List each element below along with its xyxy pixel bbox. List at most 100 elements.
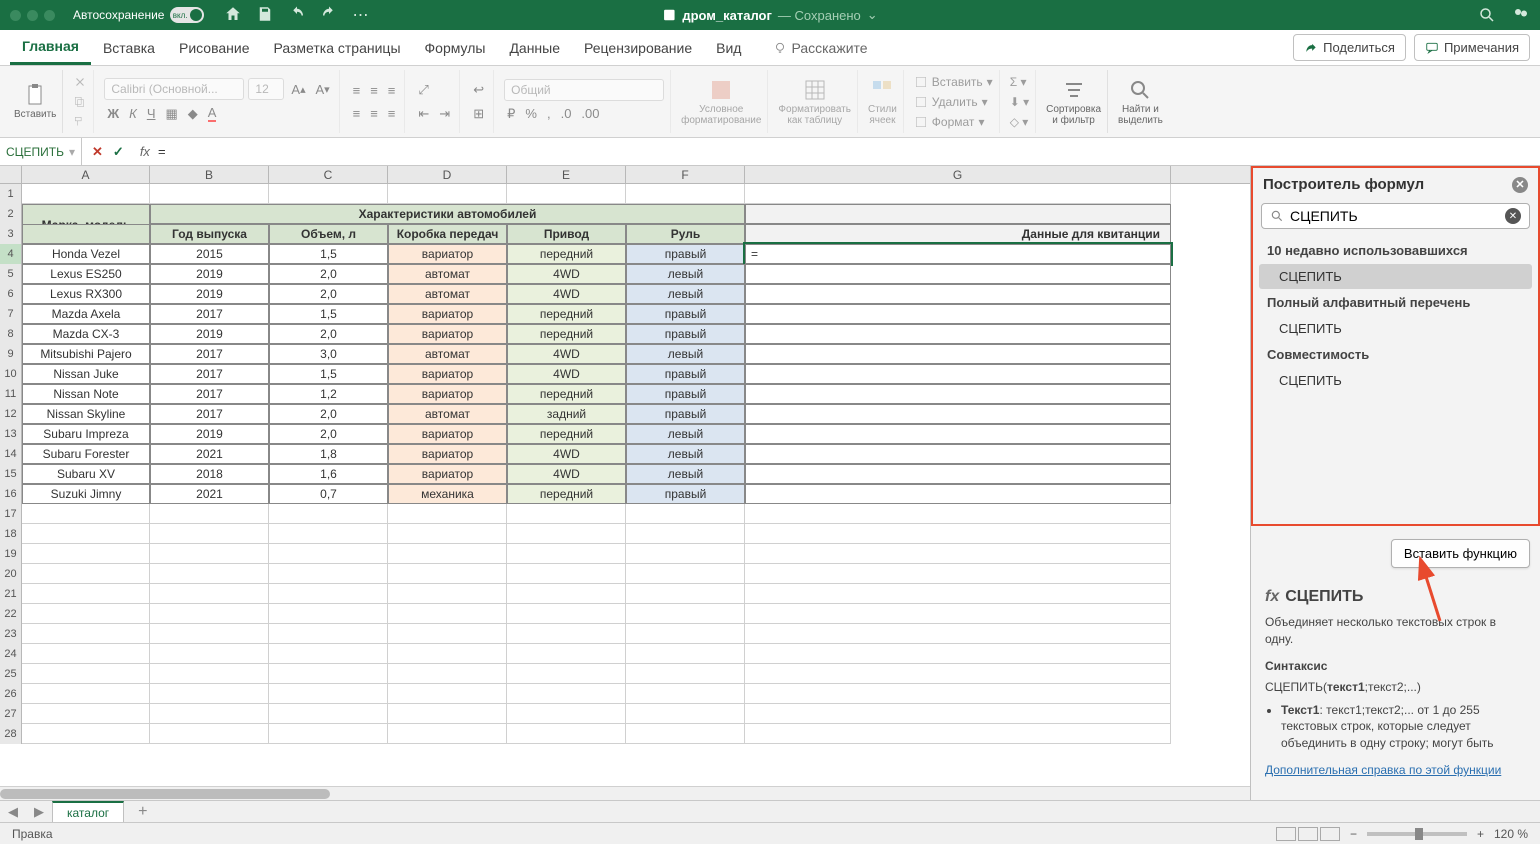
delete-cells-button[interactable]: Удалить ▾ [914, 93, 993, 111]
cell[interactable] [745, 204, 1171, 224]
cell-volume[interactable]: 1,5 [269, 304, 388, 324]
cell[interactable] [745, 564, 1171, 584]
search-input[interactable] [1290, 208, 1499, 224]
cell[interactable] [626, 624, 745, 644]
cell[interactable] [507, 664, 626, 684]
share-button[interactable]: Поделиться [1293, 34, 1406, 61]
autosave-toggle[interactable]: Автосохранение вкл. [73, 7, 204, 23]
align-center-icon[interactable]: ≡ [367, 103, 381, 124]
row-header[interactable]: 2 [0, 204, 22, 224]
cell-gearbox[interactable]: вариатор [388, 384, 507, 404]
th-wheel[interactable]: Руль [626, 224, 745, 244]
cell-receipt[interactable] [745, 444, 1171, 464]
sheet-tab[interactable]: каталог [52, 801, 124, 823]
cell-drive[interactable]: задний [507, 404, 626, 424]
cell-receipt[interactable] [745, 324, 1171, 344]
cell[interactable] [745, 604, 1171, 624]
cell-drive[interactable]: передний [507, 324, 626, 344]
row-header[interactable]: 26 [0, 684, 22, 704]
cell-gearbox[interactable]: вариатор [388, 464, 507, 484]
cell[interactable] [507, 644, 626, 664]
cell-volume[interactable]: 2,0 [269, 324, 388, 344]
cell-wheel[interactable]: правый [626, 364, 745, 384]
row-header[interactable]: 9 [0, 344, 22, 364]
cell-wheel[interactable]: правый [626, 384, 745, 404]
share-icon[interactable] [1512, 6, 1530, 24]
cell[interactable] [150, 664, 269, 684]
cell-drive[interactable]: 4WD [507, 464, 626, 484]
th-year[interactable]: Год выпуска [150, 224, 269, 244]
close-window-icon[interactable] [10, 10, 21, 21]
cell-gearbox[interactable]: вариатор [388, 304, 507, 324]
cell-volume[interactable]: 1,5 [269, 244, 388, 264]
page-layout-view-icon[interactable] [1298, 827, 1318, 841]
more-icon[interactable]: ⋯ [352, 5, 368, 25]
prev-sheet-icon[interactable]: ◀ [0, 804, 26, 820]
cell-year[interactable]: 2018 [150, 464, 269, 484]
row-header[interactable]: 5 [0, 264, 22, 284]
cell[interactable] [388, 624, 507, 644]
cell[interactable] [745, 544, 1171, 564]
cell-volume[interactable]: 2,0 [269, 424, 388, 444]
cell[interactable] [22, 184, 150, 204]
cell[interactable] [745, 624, 1171, 644]
cell-drive[interactable]: передний [507, 484, 626, 504]
cell-year[interactable]: 2017 [150, 304, 269, 324]
cell[interactable] [388, 604, 507, 624]
cell[interactable] [22, 724, 150, 744]
format-cells-button[interactable]: Формат ▾ [914, 113, 993, 131]
function-search[interactable]: ✕ [1261, 203, 1530, 229]
cell[interactable] [626, 584, 745, 604]
clear-button[interactable]: ◇ ▾ [1010, 113, 1029, 131]
cell[interactable] [150, 524, 269, 544]
font-size-select[interactable]: 12 [248, 78, 284, 100]
orientation-icon[interactable]: ⤢ [415, 79, 431, 101]
cell[interactable] [745, 524, 1171, 544]
zoom-in-icon[interactable]: + [1477, 827, 1484, 841]
th-box[interactable]: Коробка передач [388, 224, 507, 244]
fill-color-icon[interactable]: ◆ [185, 103, 201, 125]
row-header[interactable]: 16 [0, 484, 22, 504]
add-sheet-icon[interactable]: + [124, 803, 161, 821]
cell-brand[interactable]: Subaru Impreza [22, 424, 150, 444]
name-box[interactable]: СЦЕПИТЬ▾ [0, 138, 82, 165]
underline-icon[interactable]: Ч [144, 103, 159, 124]
cell[interactable] [745, 724, 1171, 744]
cell-wheel[interactable]: левый [626, 284, 745, 304]
cell[interactable] [388, 664, 507, 684]
cell[interactable] [388, 704, 507, 724]
cell[interactable] [22, 544, 150, 564]
cell[interactable] [22, 564, 150, 584]
cell-volume[interactable]: 1,2 [269, 384, 388, 404]
cell[interactable] [150, 684, 269, 704]
cell[interactable] [626, 544, 745, 564]
cell-receipt[interactable] [745, 264, 1171, 284]
cell[interactable] [626, 704, 745, 724]
cell-volume[interactable]: 2,0 [269, 404, 388, 424]
cell[interactable] [507, 184, 626, 204]
cell[interactable] [388, 684, 507, 704]
cell[interactable] [626, 604, 745, 624]
merge-icon[interactable]: ⊞ [470, 103, 487, 125]
cell[interactable] [507, 544, 626, 564]
cell-volume[interactable]: 3,0 [269, 344, 388, 364]
copy-icon[interactable] [73, 95, 87, 109]
row-header[interactable]: 15 [0, 464, 22, 484]
cell-year[interactable]: 2019 [150, 264, 269, 284]
cell-gearbox[interactable]: автомат [388, 264, 507, 284]
cell[interactable] [22, 604, 150, 624]
row-header[interactable]: 12 [0, 404, 22, 424]
cell-receipt[interactable] [745, 364, 1171, 384]
cell-wheel[interactable]: левый [626, 464, 745, 484]
row-header[interactable]: 17 [0, 504, 22, 524]
th-drive[interactable]: Привод [507, 224, 626, 244]
cell-styles-button[interactable]: Стили ячеек [868, 78, 897, 126]
cell-brand[interactable]: Nissan Note [22, 384, 150, 404]
spreadsheet-grid[interactable]: ABCDEFG 12Марка, модельХарактеристики ав… [0, 166, 1250, 800]
cell[interactable] [507, 724, 626, 744]
cell[interactable] [22, 704, 150, 724]
cell[interactable] [507, 584, 626, 604]
row-header[interactable]: 19 [0, 544, 22, 564]
formula-input[interactable]: = [150, 144, 1540, 159]
table-header-main[interactable]: Характеристики автомобилей [150, 204, 745, 224]
